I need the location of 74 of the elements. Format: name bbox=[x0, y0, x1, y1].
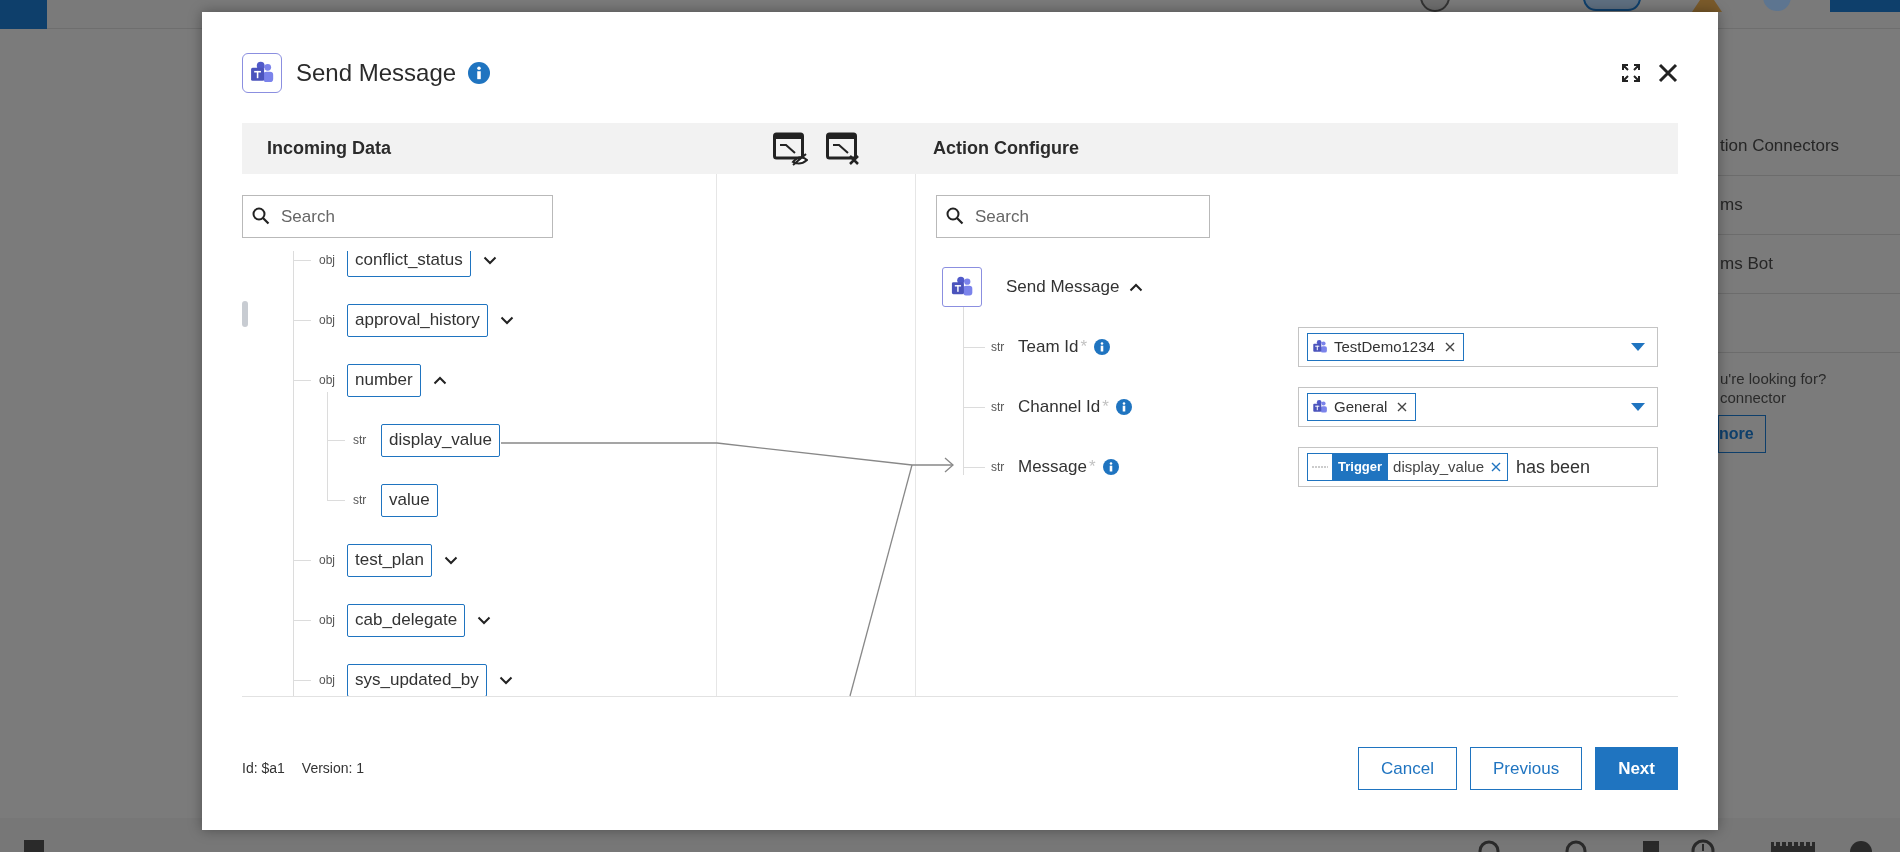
type-label: obj bbox=[319, 672, 336, 689]
scrollbar-thumb[interactable] bbox=[242, 301, 248, 327]
id-text: Id: $a1 bbox=[242, 759, 285, 778]
window-eye-slash-icon[interactable] bbox=[773, 131, 808, 166]
dropdown-arrow-icon[interactable] bbox=[1631, 403, 1645, 411]
dialog-title: Send Message bbox=[296, 58, 457, 88]
type-label: obj bbox=[319, 552, 336, 569]
hint-text: u're looking for? bbox=[1720, 369, 1828, 388]
required-mark: * bbox=[1102, 396, 1109, 419]
type-label: obj bbox=[319, 612, 336, 629]
chevron-down-icon[interactable] bbox=[498, 675, 513, 685]
team-chip[interactable]: TestDemo1234 bbox=[1307, 333, 1464, 361]
group-name: Send Message bbox=[1006, 276, 1120, 299]
required-mark: * bbox=[1080, 336, 1088, 359]
mapped-value-chip[interactable]: Trigger display_value bbox=[1307, 453, 1508, 481]
type-label: str bbox=[353, 432, 368, 449]
window-x-icon[interactable] bbox=[826, 131, 860, 166]
dropdown-arrow-icon[interactable] bbox=[1631, 343, 1645, 351]
hint-text: connector bbox=[1720, 388, 1787, 407]
chevron-up-icon[interactable] bbox=[1129, 282, 1144, 292]
avatar-icon[interactable] bbox=[1420, 0, 1450, 12]
chevron-down-icon[interactable] bbox=[482, 255, 497, 265]
type-label: obj bbox=[319, 312, 336, 329]
search-icon bbox=[251, 206, 271, 226]
field-chip[interactable]: number bbox=[347, 363, 421, 397]
search-icon bbox=[945, 206, 965, 226]
field-chip[interactable]: value bbox=[381, 483, 438, 517]
type-label: str bbox=[991, 339, 1006, 356]
connector-list-item[interactable]: tion Connectors bbox=[1720, 133, 1840, 159]
type-label: str bbox=[991, 399, 1006, 416]
teams-icon bbox=[1312, 399, 1328, 415]
secondary-button[interactable]: Previous bbox=[1470, 747, 1583, 790]
type-label: str bbox=[991, 459, 1006, 476]
field-label: Message bbox=[1018, 456, 1087, 479]
chevron-down-icon[interactable] bbox=[477, 615, 492, 625]
search-field[interactable]: Search bbox=[242, 195, 553, 238]
message-text: has been bbox=[1516, 455, 1591, 479]
column-heading: Incoming Data bbox=[267, 138, 391, 158]
toggle-switch[interactable] bbox=[1582, 0, 1642, 12]
search-field[interactable]: Search bbox=[936, 195, 1210, 238]
field-label: Channel Id bbox=[1018, 396, 1101, 419]
column-heading: Action Configure bbox=[933, 138, 1079, 158]
menu-tile[interactable] bbox=[0, 0, 47, 29]
field-label: Team Id bbox=[1018, 336, 1079, 359]
field-chip[interactable]: approval_history bbox=[347, 303, 488, 337]
primary-button[interactable]: Next bbox=[1595, 747, 1678, 790]
clock-icon[interactable] bbox=[1690, 838, 1716, 852]
teams-icon bbox=[1312, 339, 1328, 355]
field-chip[interactable]: test_plan bbox=[347, 543, 432, 577]
required-mark: * bbox=[1089, 456, 1096, 479]
close-icon[interactable] bbox=[1397, 402, 1408, 412]
field-chip[interactable]: display_value bbox=[381, 423, 500, 457]
secondary-button[interactable]: Cancel bbox=[1358, 747, 1457, 790]
connector-list-item[interactable]: ms bbox=[1720, 192, 1743, 218]
version-text: Version: 1 bbox=[301, 759, 365, 778]
close-icon[interactable] bbox=[1444, 342, 1455, 352]
type-label: obj bbox=[319, 372, 336, 389]
team-chip[interactable]: General bbox=[1307, 393, 1417, 421]
chevron-up-icon[interactable] bbox=[432, 375, 447, 385]
field-chip[interactable]: sys_updated_by bbox=[347, 663, 487, 696]
dashes-icon bbox=[1312, 466, 1328, 468]
connector-list-item[interactable]: ms Bot bbox=[1720, 251, 1773, 277]
close-icon[interactable] bbox=[1658, 63, 1678, 83]
input-field[interactable]: Trigger display_value has been bbox=[1298, 447, 1658, 487]
select-field[interactable]: General bbox=[1298, 387, 1658, 427]
source-tag: Trigger bbox=[1332, 454, 1389, 480]
chevron-down-icon[interactable] bbox=[499, 315, 514, 325]
expand-icon[interactable] bbox=[1622, 64, 1640, 82]
type-label: obj bbox=[319, 252, 336, 269]
field-chip[interactable]: conflict_status bbox=[347, 251, 471, 277]
field-chip[interactable]: cab_delegate bbox=[347, 603, 466, 637]
select-field[interactable]: TestDemo1234 bbox=[1298, 327, 1658, 367]
type-label: str bbox=[353, 492, 368, 509]
chevron-down-icon[interactable] bbox=[444, 555, 458, 565]
